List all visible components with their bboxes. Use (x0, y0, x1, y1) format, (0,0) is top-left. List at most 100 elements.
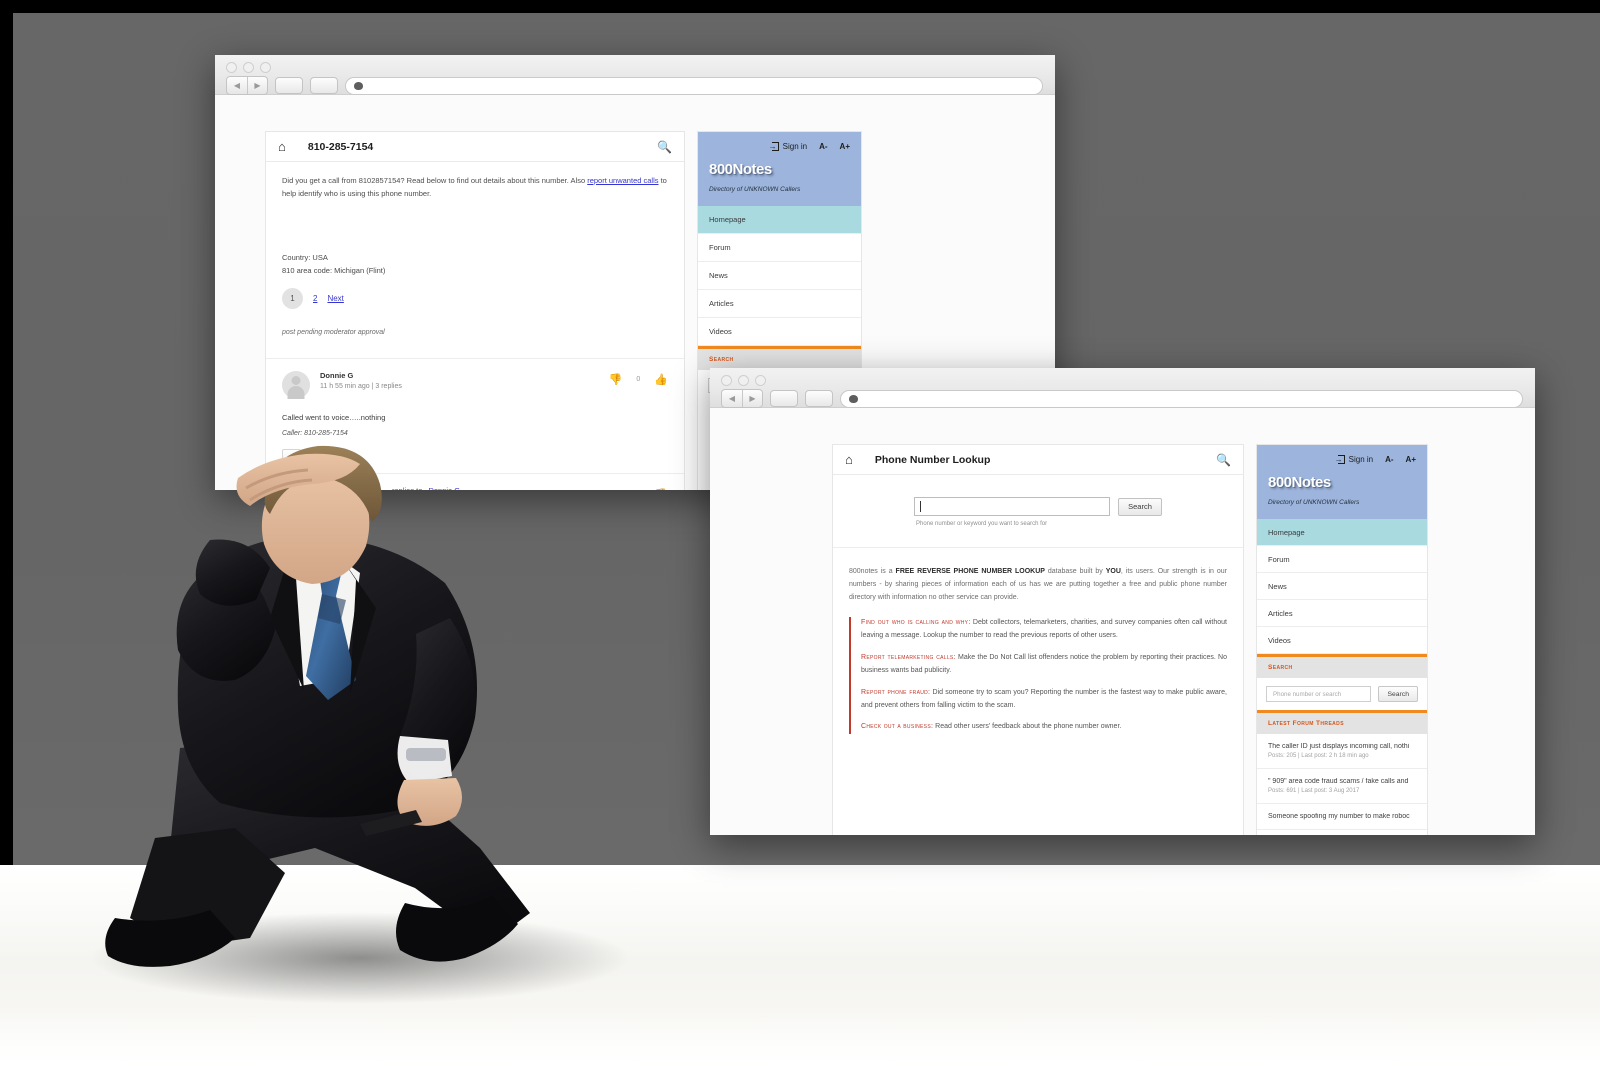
lookup-search-button[interactable]: Search (1118, 497, 1162, 516)
nav-button-group[interactable]: ◀ ▶ (226, 76, 268, 95)
thumbs-down-icon[interactable]: 👎 (609, 373, 623, 386)
sidebar-item-forum[interactable]: Forum (1257, 546, 1427, 573)
bullet-report-telemarketing: Report telemarketing calls: Make the Do … (861, 652, 1227, 678)
sidebar-item-articles[interactable]: Articles (698, 290, 861, 318)
blurb-text-pre: Did you get a call from 8102857154? Read… (282, 176, 588, 185)
post-identity: Donnie G 11 h 55 min ago | 3 replies (320, 371, 402, 390)
sidebar-search-button[interactable]: Search (1378, 686, 1418, 702)
thread-title[interactable]: The caller ID just displays incoming cal… (1268, 743, 1416, 750)
feature-bullets: Find out who is calling and why: Debt co… (849, 616, 1227, 735)
area-code-line: 810 area code: Michigan (Flint) (282, 265, 386, 275)
sidebar-search-input[interactable]: Phone number or search (1266, 686, 1372, 702)
toolbar-button-2[interactable] (310, 77, 338, 94)
account-controls[interactable]: Sign in A- A+ (709, 142, 850, 151)
sign-in-button[interactable]: Sign in (1337, 455, 1373, 464)
nav-button-group[interactable]: ◀ ▶ (721, 389, 763, 408)
sign-in-button[interactable]: Sign in (771, 142, 807, 151)
site-tagline: Directory of UNKNOWN Callers (1268, 499, 1360, 506)
search-icon[interactable]: 🔍 (657, 140, 672, 154)
font-decrease-button[interactable]: A- (1385, 455, 1393, 464)
site-logo[interactable]: 800Notes (1268, 474, 1416, 491)
minimize-button[interactable] (243, 62, 254, 73)
page-current: 1 (282, 288, 303, 309)
font-increase-button[interactable]: A+ (840, 142, 850, 151)
sidebar-item-videos[interactable]: Videos (698, 318, 861, 346)
content-header: ⌂ 810-285-7154 🔍 (266, 132, 684, 162)
page-2-link[interactable]: 2 (313, 294, 317, 303)
page-title: 810-285-7154 (307, 140, 374, 153)
sidebar-item-homepage[interactable]: Homepage (1257, 519, 1427, 546)
site-layout: ⌂ Phone Number Lookup 🔍 Search Phone num… (832, 444, 1428, 835)
lookup-hint: Phone number or keyword you want to sear… (916, 521, 1048, 527)
minimize-button[interactable] (738, 375, 749, 386)
seated-businessman-photo (90, 445, 630, 1004)
site-tagline: Directory of UNKNOWN Callers (709, 186, 801, 193)
intro-text-1: 800notes is a (849, 568, 896, 575)
sidebar-item-news[interactable]: News (1257, 573, 1427, 600)
intro-bold-2: YOU (1105, 568, 1121, 575)
favicon-icon (354, 81, 363, 90)
page-viewport: ⌂ Phone Number Lookup 🔍 Search Phone num… (710, 408, 1535, 835)
search-icon[interactable]: 🔍 (1216, 453, 1231, 467)
search-section-heading: Search (698, 349, 861, 370)
lookup-input[interactable] (914, 497, 1111, 516)
close-button[interactable] (721, 375, 732, 386)
home-icon[interactable]: ⌂ (278, 140, 286, 153)
post-vote-controls[interactable]: 👎 0 👍 (609, 373, 668, 386)
forward-arrow-icon[interactable]: ▶ (742, 390, 762, 407)
list-item[interactable]: " 909" area code fraud scams / fake call… (1257, 769, 1427, 804)
thread-meta: Posts: 691 | Last post: 3 Aug 2017 (1268, 788, 1360, 794)
sidebar-item-news[interactable]: News (698, 262, 861, 290)
sidebar-header: Sign in A- A+ 800Notes Directory of UNKN… (1257, 445, 1427, 519)
intro-bold-1: FREE REVERSE PHONE NUMBER LOOKUP (895, 568, 1045, 575)
zoom-button[interactable] (260, 62, 271, 73)
sidebar-item-forum[interactable]: Forum (698, 234, 861, 262)
home-icon[interactable]: ⌂ (845, 453, 853, 466)
font-increase-button[interactable]: A+ (1406, 455, 1416, 464)
sidebar-item-homepage[interactable]: Homepage (698, 206, 861, 234)
list-item[interactable]: Someone spoofing my number to make roboc (1257, 804, 1427, 830)
sign-in-icon (771, 142, 779, 151)
address-bar[interactable] (840, 389, 1523, 408)
post-author: Donnie G (320, 371, 354, 380)
country-line: Country: USA (282, 253, 328, 263)
thread-meta: Posts: 205 | Last post: 2 h 18 min ago (1268, 753, 1369, 759)
sidebar-item-videos[interactable]: Videos (1257, 627, 1427, 654)
content-body: Did you get a call from 8102857154? Read… (266, 162, 684, 358)
traffic-lights[interactable] (215, 55, 1055, 73)
list-item[interactable]: The caller ID just displays incoming cal… (1257, 734, 1427, 769)
toolbar-button-1[interactable] (770, 390, 798, 407)
toolbar-button-2[interactable] (805, 390, 833, 407)
sidebar-item-articles[interactable]: Articles (1257, 600, 1427, 627)
thread-title[interactable]: Someone spoofing my number to make roboc (1268, 813, 1416, 820)
sidebar-header: Sign in A- A+ 800Notes Directory of UNKN… (698, 132, 861, 206)
close-button[interactable] (226, 62, 237, 73)
bullet-text: Read other users' feedback about the pho… (933, 723, 1122, 731)
lookup-form: Search Phone number or keyword you want … (833, 475, 1243, 548)
vote-count: 0 (636, 376, 641, 383)
address-bar[interactable] (345, 76, 1043, 95)
forward-arrow-icon[interactable]: ▶ (247, 77, 267, 94)
lookup-row: Search (833, 497, 1243, 516)
page-next-link[interactable]: Next (327, 294, 343, 303)
back-arrow-icon[interactable]: ◀ (227, 77, 247, 94)
report-unwanted-calls-link[interactable]: report unwanted calls (587, 176, 658, 185)
browser-window-lookup[interactable]: ◀ ▶ ⌂ Phone Number Lookup 🔍 Search Phone… (710, 368, 1535, 835)
traffic-lights[interactable] (710, 368, 1535, 386)
main-content-panel: ⌂ Phone Number Lookup 🔍 Search Phone num… (832, 444, 1244, 835)
intro-text-2: database built by (1044, 568, 1106, 575)
thread-title[interactable]: " 909" area code fraud scams / fake call… (1268, 778, 1416, 785)
zoom-button[interactable] (755, 375, 766, 386)
back-arrow-icon[interactable]: ◀ (722, 390, 742, 407)
thumbs-up-icon[interactable]: 👍 (654, 373, 668, 386)
sidebar-search-row[interactable]: Phone number or search Search (1257, 678, 1427, 710)
font-decrease-button[interactable]: A- (819, 142, 827, 151)
account-controls[interactable]: Sign in A- A+ (1268, 455, 1416, 464)
number-blurb: Did you get a call from 8102857154? Read… (282, 174, 668, 200)
pagination[interactable]: 1 2 Next (282, 288, 668, 309)
search-section-heading: Search (1257, 657, 1427, 678)
bullet-lead: Report telemarketing calls: (861, 653, 956, 661)
site-logo[interactable]: 800Notes (709, 161, 850, 178)
toolbar-button-1[interactable] (275, 77, 303, 94)
bullet-check-business: Check out a business: Read other users' … (861, 721, 1227, 734)
